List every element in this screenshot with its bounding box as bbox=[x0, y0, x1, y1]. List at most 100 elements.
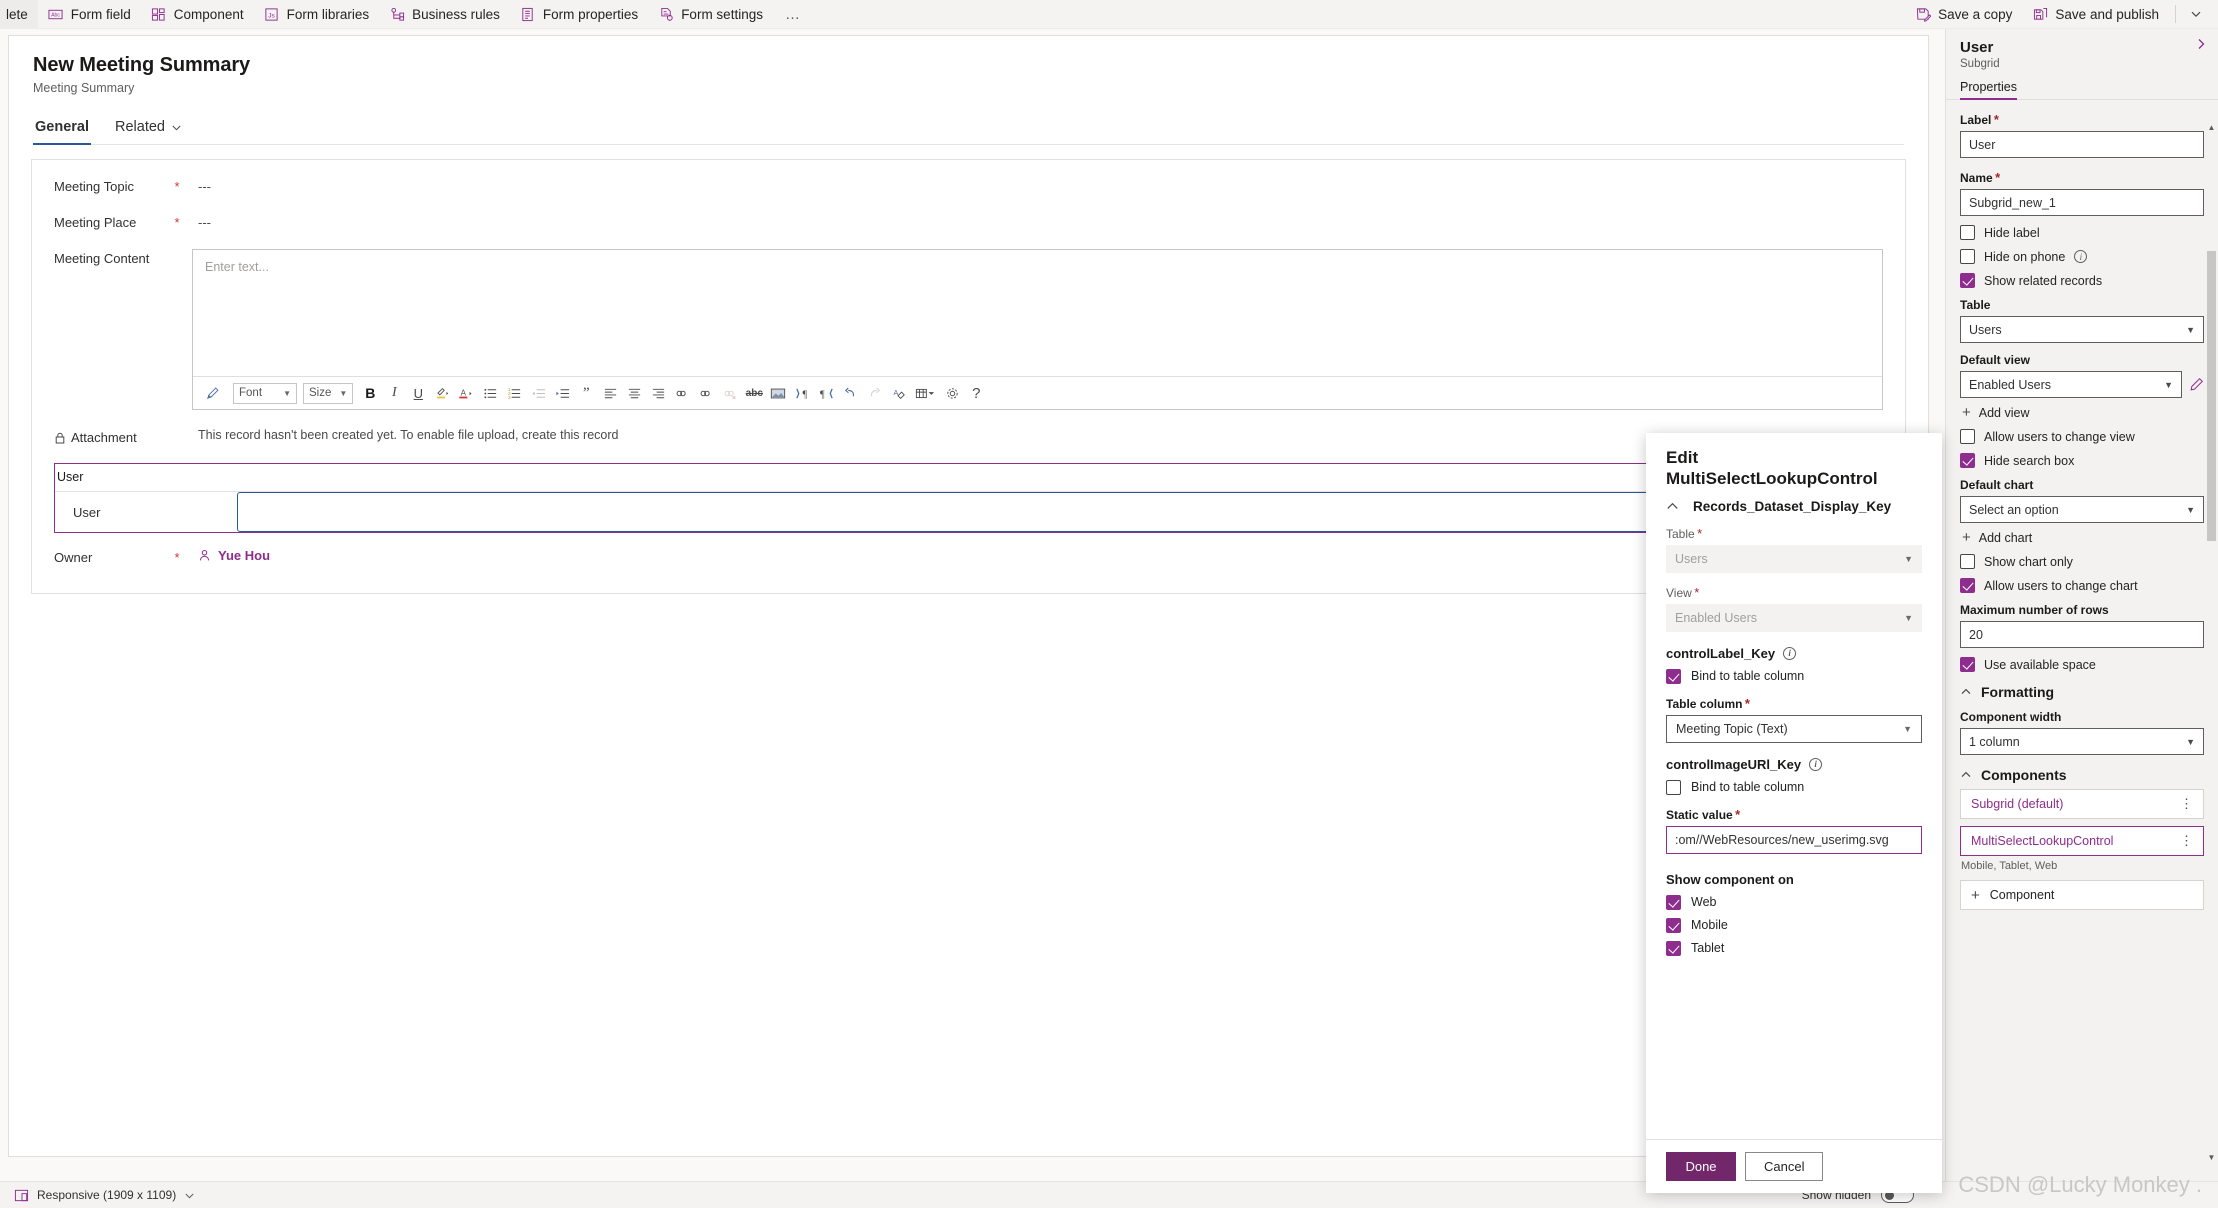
dialog-bind-image-checkbox[interactable]: Bind to table column bbox=[1666, 779, 1922, 795]
add-chart-button[interactable]: + Add chart bbox=[1962, 530, 2204, 545]
business-rules-command[interactable]: Business rules bbox=[379, 0, 510, 29]
checkbox-use-available-space[interactable]: Use available space bbox=[1960, 657, 2204, 672]
more-options-icon[interactable]: ⋮ bbox=[2180, 834, 2193, 847]
checkbox-hide-on-phone[interactable]: Hide on phone i bbox=[1960, 249, 2204, 264]
table-select[interactable]: Users ▼ bbox=[1960, 316, 2204, 343]
form-settings-command[interactable]: Form settings bbox=[648, 0, 773, 29]
blockquote-icon[interactable]: ” bbox=[575, 382, 597, 404]
gear-icon[interactable] bbox=[941, 382, 963, 404]
responsive-selector[interactable]: Responsive (1909 x 1109) bbox=[14, 1188, 195, 1203]
form-settings-icon bbox=[658, 6, 674, 22]
form-libraries-command[interactable]: Js Form libraries bbox=[254, 0, 380, 29]
meeting-topic-value[interactable]: --- bbox=[198, 177, 211, 194]
font-size-select[interactable]: Size ▼ bbox=[303, 382, 354, 404]
align-center-icon[interactable] bbox=[623, 382, 645, 404]
clear-format-icon[interactable]: A bbox=[887, 382, 909, 404]
component-command[interactable]: Component bbox=[141, 0, 254, 29]
redo-icon[interactable] bbox=[863, 382, 885, 404]
default-view-select[interactable]: Enabled Users ▼ bbox=[1960, 371, 2182, 398]
dialog-static-value: :om//WebResources/new_userimg.svg bbox=[1675, 832, 1889, 847]
formatting-group-header[interactable]: Formatting bbox=[1960, 684, 2204, 700]
tab-properties[interactable]: Properties bbox=[1960, 80, 2017, 100]
rtl-icon[interactable]: ¶ bbox=[815, 382, 837, 404]
help-icon[interactable]: ? bbox=[965, 382, 987, 404]
max-rows-input[interactable]: 20 bbox=[1960, 621, 2204, 648]
owner-value[interactable]: Yue Hou bbox=[198, 548, 270, 563]
dialog-accordion-header[interactable]: Records_Dataset_Display_Key bbox=[1666, 499, 1922, 514]
checkbox-box bbox=[1960, 429, 1975, 444]
checkbox-hide-label-text: Hide label bbox=[1984, 225, 2040, 240]
add-view-button[interactable]: + Add view bbox=[1962, 405, 2204, 420]
command-overflow-button[interactable]: … bbox=[773, 2, 814, 27]
remove-link-icon[interactable] bbox=[719, 382, 741, 404]
form-field-command[interactable]: Abc Form field bbox=[38, 0, 141, 29]
font-family-select[interactable]: Font ▼ bbox=[233, 382, 297, 404]
platform-checkbox-mobile[interactable]: Mobile bbox=[1666, 917, 1922, 933]
components-group-header[interactable]: Components bbox=[1960, 767, 2204, 783]
scroll-up-arrow-icon[interactable]: ▲ bbox=[2207, 121, 2216, 133]
default-chart-select[interactable]: Select an option ▼ bbox=[1960, 496, 2204, 523]
subgrid-control-area[interactable] bbox=[237, 492, 1882, 532]
component-item-multiselectlookupcontrol[interactable]: MultiSelectLookupControl ⋮ bbox=[1960, 826, 2204, 856]
component-width-select[interactable]: 1 column ▼ bbox=[1960, 728, 2204, 755]
meeting-place-value[interactable]: --- bbox=[198, 213, 211, 230]
dialog-static-value-input[interactable]: :om//WebResources/new_userimg.svg bbox=[1666, 825, 1922, 854]
insert-link-2-icon[interactable] bbox=[695, 382, 717, 404]
increase-indent-icon[interactable] bbox=[551, 382, 573, 404]
ltr-icon[interactable]: ¶ bbox=[791, 382, 813, 404]
properties-panel-scrollbar[interactable]: ▲ ▼ bbox=[2207, 121, 2216, 1163]
decrease-indent-icon[interactable] bbox=[527, 382, 549, 404]
checkbox-show-chart-only[interactable]: Show chart only bbox=[1960, 554, 2204, 569]
more-options-icon[interactable]: ⋮ bbox=[2180, 797, 2193, 810]
strikethrough-icon[interactable]: abc bbox=[743, 382, 765, 404]
meeting-content-textarea[interactable]: Enter text... bbox=[193, 250, 1882, 376]
collapse-panel-icon[interactable] bbox=[2194, 37, 2208, 51]
component-item-subgrid-default[interactable]: Subgrid (default) ⋮ bbox=[1960, 789, 2204, 819]
dialog-table-column-select[interactable]: Meeting Topic (Text) ▼ bbox=[1666, 714, 1922, 743]
underline-icon[interactable]: U bbox=[407, 382, 429, 404]
default-view-row: Enabled Users ▼ bbox=[1960, 371, 2204, 398]
bulleted-list-icon[interactable] bbox=[479, 382, 501, 404]
font-color-icon[interactable]: A bbox=[455, 382, 477, 404]
insert-link-icon[interactable] bbox=[671, 382, 693, 404]
undo-icon[interactable] bbox=[839, 382, 861, 404]
insert-image-icon[interactable] bbox=[767, 382, 789, 404]
scroll-down-arrow-icon[interactable]: ▼ bbox=[2207, 1151, 2216, 1163]
delete-command[interactable]: lete bbox=[0, 0, 38, 29]
align-right-icon[interactable] bbox=[647, 382, 669, 404]
tab-general[interactable]: General bbox=[33, 115, 91, 145]
name-input[interactable]: Subgrid_new_1 bbox=[1960, 189, 2204, 216]
scrollbar-thumb[interactable] bbox=[2207, 251, 2216, 541]
checkbox-hide-search-box[interactable]: Hide search box bbox=[1960, 453, 2204, 468]
bold-icon[interactable]: B bbox=[359, 382, 381, 404]
align-left-icon[interactable] bbox=[599, 382, 621, 404]
checkbox-hide-label[interactable]: Hide label bbox=[1960, 225, 2204, 240]
platform-checkbox-web[interactable]: Web bbox=[1666, 894, 1922, 910]
numbered-list-icon[interactable]: 123 bbox=[503, 382, 525, 404]
info-icon[interactable]: i bbox=[1809, 757, 1823, 771]
info-icon[interactable]: i bbox=[1783, 646, 1797, 660]
checkbox-box bbox=[1960, 657, 1975, 672]
done-button[interactable]: Done bbox=[1666, 1152, 1736, 1181]
info-icon[interactable]: i bbox=[2074, 250, 2088, 263]
checkbox-allow-users-to-change-chart[interactable]: Allow users to change chart bbox=[1960, 578, 2204, 593]
dialog-bind-label-checkbox[interactable]: Bind to table column bbox=[1666, 668, 1922, 684]
highlight-color-icon[interactable] bbox=[431, 382, 453, 404]
checkbox-show-related-records[interactable]: Show related records bbox=[1960, 273, 2204, 288]
save-a-copy-command[interactable]: Save a copy bbox=[1905, 0, 2022, 29]
platform-checkbox-tablet[interactable]: Tablet bbox=[1666, 940, 1922, 956]
checkbox-allow-users-to-change-view[interactable]: Allow users to change view bbox=[1960, 429, 2204, 444]
command-bar-chevron-down-icon[interactable] bbox=[2182, 4, 2210, 24]
tab-related[interactable]: Related bbox=[113, 115, 184, 144]
italic-icon[interactable]: I bbox=[383, 382, 405, 404]
add-component-button[interactable]: + Component bbox=[1960, 880, 2204, 910]
edit-view-pencil-icon[interactable] bbox=[2189, 377, 2204, 392]
table-icon[interactable] bbox=[911, 382, 939, 404]
cancel-button[interactable]: Cancel bbox=[1745, 1152, 1824, 1181]
save-and-publish-command[interactable]: Save and publish bbox=[2022, 0, 2169, 29]
label-input[interactable]: User bbox=[1960, 131, 2204, 158]
subgrid-user[interactable]: User User bbox=[54, 463, 1883, 533]
format-painter-icon[interactable] bbox=[201, 382, 223, 404]
form-properties-command[interactable]: Form properties bbox=[510, 0, 648, 29]
rich-text-editor: Enter text... Font ▼ Size ▼ B I U A 1 2 … bbox=[192, 249, 1883, 410]
